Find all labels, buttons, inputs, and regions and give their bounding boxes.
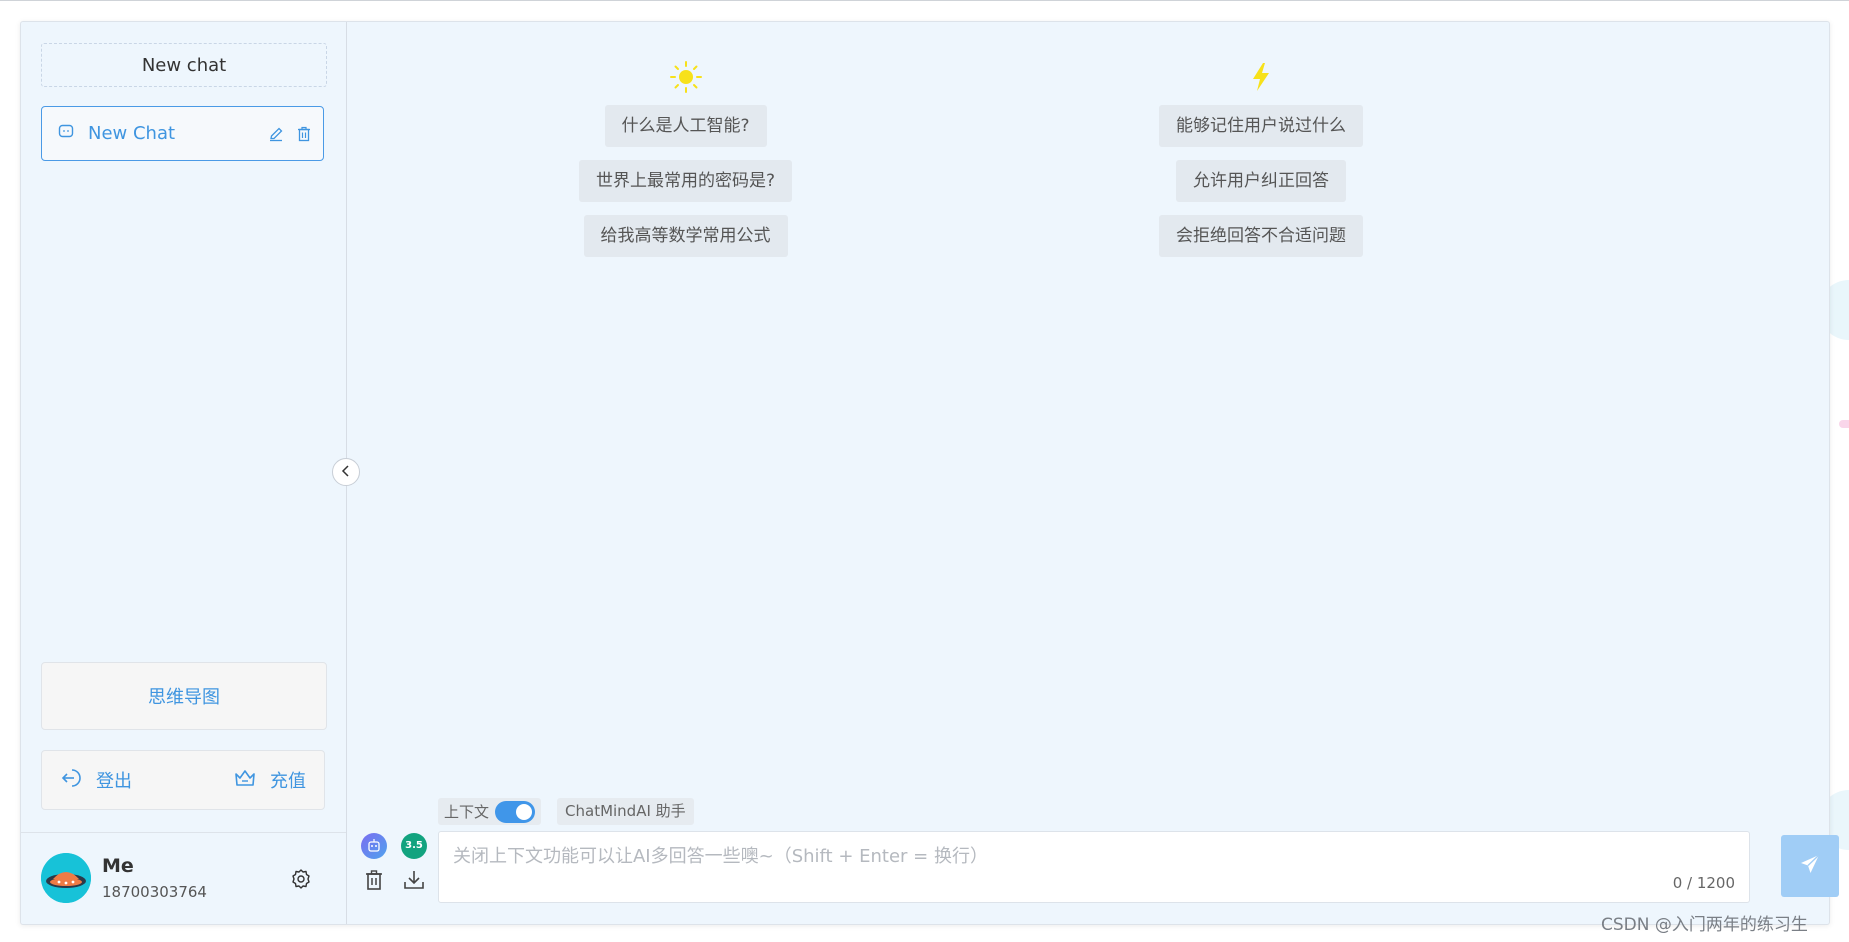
feature-chip: 能够记住用户说过什么 bbox=[1159, 105, 1363, 147]
composer-toolbar: 上下文 ChatMindAI 助手 bbox=[438, 798, 694, 825]
assistant-badge: ChatMindAI 助手 bbox=[557, 798, 694, 825]
message-input-box: 0 / 1200 bbox=[438, 831, 1750, 903]
context-switch[interactable] bbox=[495, 800, 536, 823]
crown-icon bbox=[234, 767, 256, 794]
chat-list-item[interactable]: New Chat bbox=[41, 106, 324, 161]
send-icon bbox=[1798, 852, 1822, 880]
edit-icon[interactable] bbox=[267, 125, 285, 143]
logout-label: 登出 bbox=[96, 771, 132, 792]
chat-main: 什么是人工智能? 世界上最常用的密码是? 给我高等数学常用公式 能够记住用户说过… bbox=[347, 22, 1839, 924]
chat-title: New Chat bbox=[88, 123, 176, 144]
recharge-button[interactable]: 充值 bbox=[234, 767, 306, 794]
suggestion-chip[interactable]: 给我高等数学常用公式 bbox=[583, 215, 788, 257]
download-icon[interactable] bbox=[401, 867, 427, 893]
sun-icon bbox=[669, 57, 703, 97]
logout-button[interactable]: 登出 bbox=[60, 767, 132, 794]
chat-app: New chat New Chat 思维导图 登出 充值 Me 18700303… bbox=[20, 21, 1839, 925]
character-counter: 0 / 1200 bbox=[1672, 874, 1735, 892]
recharge-label: 充值 bbox=[270, 771, 306, 792]
user-bar: Me 18700303764 bbox=[21, 832, 346, 925]
context-label: 上下文 bbox=[444, 803, 490, 821]
feature-chip: 会拒绝回答不合适问题 bbox=[1159, 215, 1363, 257]
trash-icon[interactable] bbox=[295, 125, 313, 143]
gear-icon[interactable] bbox=[289, 867, 313, 891]
window-top-border bbox=[0, 0, 1849, 1]
capabilities-features: 能够记住用户说过什么 允许用户纠正回答 会拒绝回答不合适问题 bbox=[1159, 57, 1363, 270]
composer-tools: 3.5 bbox=[361, 833, 431, 903]
suggestion-chip[interactable]: 什么是人工智能? bbox=[604, 105, 767, 147]
message-input[interactable] bbox=[451, 840, 1735, 874]
sidebar: New chat New Chat 思维导图 登出 充值 Me 18700303… bbox=[21, 22, 347, 924]
capabilities-examples: 什么是人工智能? 世界上最常用的密码是? 给我高等数学常用公式 bbox=[579, 57, 793, 270]
feature-chip: 允许用户纠正回答 bbox=[1176, 160, 1346, 202]
logout-icon bbox=[60, 767, 82, 794]
model-version-badge[interactable]: 3.5 bbox=[401, 833, 427, 859]
account-actions: 登出 充值 bbox=[41, 750, 325, 810]
context-toggle[interactable]: 上下文 bbox=[438, 798, 542, 825]
avatar[interactable] bbox=[41, 853, 91, 903]
trash-icon[interactable] bbox=[361, 867, 387, 893]
background-decoration bbox=[1839, 420, 1849, 428]
mindmap-button[interactable]: 思维导图 bbox=[41, 662, 327, 730]
user-phone: 18700303764 bbox=[102, 883, 207, 901]
suggestion-chip[interactable]: 世界上最常用的密码是? bbox=[579, 160, 793, 202]
model-version-label: 3.5 bbox=[405, 840, 423, 851]
watermark: CSDN @入门两年的练习生 bbox=[1601, 915, 1808, 935]
robot-icon[interactable] bbox=[361, 833, 387, 859]
chat-bubble-icon bbox=[58, 123, 74, 144]
new-chat-button[interactable]: New chat bbox=[41, 43, 327, 87]
send-button[interactable] bbox=[1781, 835, 1839, 897]
lightning-icon bbox=[1249, 57, 1273, 97]
user-name: Me bbox=[102, 855, 134, 877]
